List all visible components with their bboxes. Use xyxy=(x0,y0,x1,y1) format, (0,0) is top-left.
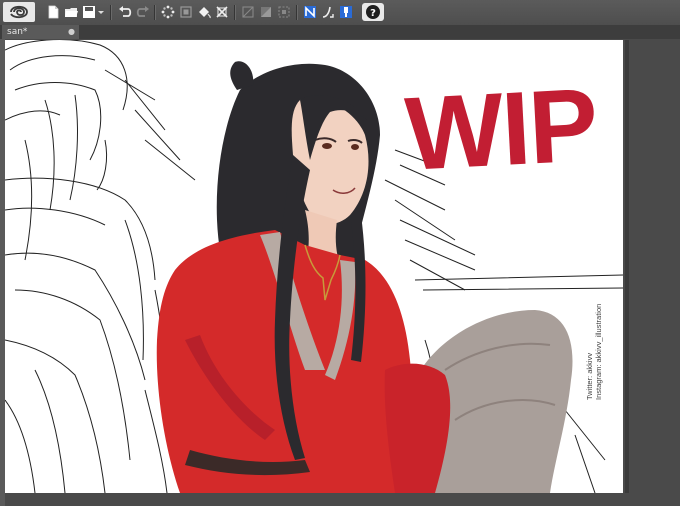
new-file-button[interactable] xyxy=(44,3,62,21)
transform-icon xyxy=(180,6,192,18)
help-button[interactable]: ? xyxy=(362,3,384,21)
selection-border-button[interactable] xyxy=(275,3,293,21)
wip-watermark-text: WIP xyxy=(402,67,599,193)
help-icon: ? xyxy=(366,5,380,19)
grid-snap-icon xyxy=(340,6,352,18)
tab-san[interactable]: san* ● xyxy=(2,25,79,39)
undo-icon xyxy=(119,6,132,17)
artist-credit: Twitter: akkivv Instagram: akkivv_illust… xyxy=(585,304,603,400)
snap-to-ruler-button[interactable] xyxy=(301,3,319,21)
credit-line-instagram: Instagram: akkivv_illustration xyxy=(594,303,603,400)
snap-to-grid-button[interactable] xyxy=(337,3,355,21)
fill-bucket-icon xyxy=(199,7,211,19)
main-toolbar: ? xyxy=(0,0,680,26)
ruler-snap-icon xyxy=(304,6,316,18)
undo-button[interactable] xyxy=(116,3,134,21)
help-label: ? xyxy=(370,8,376,19)
invert-selection-button[interactable] xyxy=(257,3,275,21)
document-tab-bar: san* ● xyxy=(0,25,680,39)
snap-to-special-ruler-button[interactable] xyxy=(319,3,337,21)
app-logo-icon xyxy=(10,5,28,19)
save-icon xyxy=(83,6,95,18)
spinner-button[interactable] xyxy=(159,3,177,21)
redo-icon xyxy=(136,6,149,17)
toolbar-divider xyxy=(154,5,156,20)
toolbar-divider xyxy=(110,5,112,20)
vertical-scrollbar[interactable] xyxy=(625,40,629,493)
credit-line-twitter: Twitter: akkivv xyxy=(585,352,594,400)
open-file-button[interactable] xyxy=(62,3,80,21)
dropdown-arrow-icon xyxy=(98,11,104,14)
app-logo-button[interactable] xyxy=(3,2,35,22)
new-file-icon xyxy=(48,5,59,19)
toolbar-divider xyxy=(296,5,298,20)
crop-selection-icon xyxy=(216,6,228,18)
tab-label: san* xyxy=(7,27,28,37)
right-panel-area xyxy=(623,40,680,506)
loading-spinner-icon xyxy=(161,5,175,19)
clear-selection-button[interactable] xyxy=(239,3,257,21)
clear-selection-icon xyxy=(242,6,254,18)
canvas-bottom-area xyxy=(5,493,623,506)
save-options-dropdown[interactable] xyxy=(96,3,106,21)
toolbar-divider xyxy=(234,5,236,20)
selection-border-icon xyxy=(278,6,290,18)
invert-selection-icon xyxy=(261,7,271,17)
transform-button[interactable] xyxy=(177,3,195,21)
tab-close-icon[interactable]: ● xyxy=(68,25,75,39)
drawing-canvas[interactable]: WIP Twitter: akkivv Instagram: akkivv_il… xyxy=(5,40,623,493)
open-folder-icon xyxy=(65,8,78,17)
redo-button[interactable] xyxy=(134,3,152,21)
crop-button[interactable] xyxy=(213,3,231,21)
special-ruler-snap-icon xyxy=(322,6,334,18)
fill-button[interactable] xyxy=(195,3,213,21)
hair-tie xyxy=(230,61,254,90)
